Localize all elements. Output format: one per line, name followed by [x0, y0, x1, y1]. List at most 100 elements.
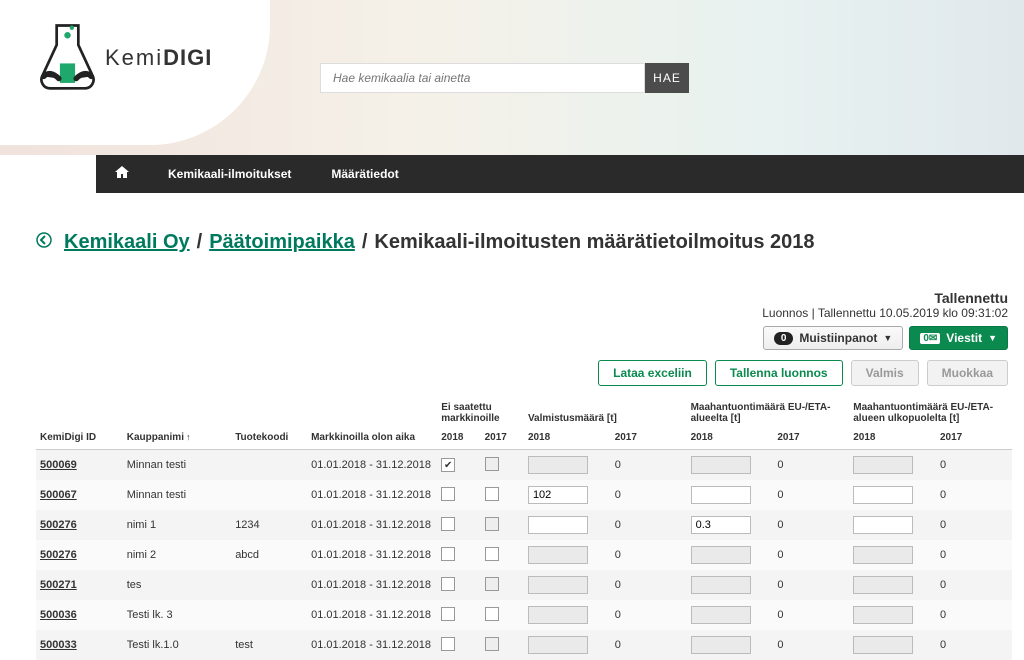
table-row: 500271 tes 01.01.2018 - 31.12.2018 0 0 0	[36, 570, 1012, 600]
row-id-link[interactable]: 500033	[40, 639, 77, 651]
out-2017: 0	[936, 630, 1012, 660]
notes-button[interactable]: 0 Muistiinpanot ▼	[763, 326, 903, 350]
col-not-marketed: Ei saatettu markkinoille	[437, 396, 524, 426]
sort-up-icon: ↑	[186, 432, 191, 442]
checkbox-2018[interactable]	[441, 547, 455, 561]
checkbox-2017[interactable]	[485, 547, 499, 561]
eu-2018-input[interactable]	[691, 456, 751, 474]
val-2018-input[interactable]	[528, 546, 588, 564]
chevron-down-icon: ▼	[988, 333, 997, 343]
download-excel-button[interactable]: Lataa exceliin	[598, 360, 707, 386]
checkbox-2018[interactable]: ✔	[441, 458, 455, 472]
eu-2018-input[interactable]	[691, 516, 751, 534]
col-name[interactable]: Kauppanimi↑	[123, 426, 231, 450]
eu-2018-input[interactable]	[691, 546, 751, 564]
col-code[interactable]: Tuotekoodi	[231, 426, 307, 450]
val-2017: 0	[611, 630, 687, 660]
breadcrumb-current: Kemikaali-ilmoitusten määrätietoilmoitus…	[374, 231, 814, 254]
out-2018-input[interactable]	[853, 606, 913, 624]
home-icon[interactable]	[96, 164, 148, 185]
out-2017: 0	[936, 600, 1012, 630]
breadcrumb-location[interactable]: Päätoimipaikka	[209, 231, 355, 254]
nav-maaratiedot[interactable]: Määrätiedot	[311, 155, 418, 193]
row-code: abcd	[231, 540, 307, 570]
row-name: nimi 1	[123, 510, 231, 540]
logo-area: KemiDIGI	[0, 0, 270, 145]
val-2018-input[interactable]	[528, 606, 588, 624]
search-input[interactable]	[320, 63, 645, 93]
val-2018-input[interactable]	[528, 456, 588, 474]
save-draft-button[interactable]: Tallenna luonnos	[715, 360, 843, 386]
checkbox-2017[interactable]	[485, 487, 499, 501]
row-id-link[interactable]: 500276	[40, 549, 77, 561]
row-id-link[interactable]: 500067	[40, 489, 77, 501]
edit-button: Muokkaa	[927, 360, 1008, 386]
checkbox-2018[interactable]	[441, 637, 455, 651]
val-2018-input[interactable]	[528, 636, 588, 654]
row-name: Minnan testi	[123, 480, 231, 510]
out-2018-input[interactable]	[853, 636, 913, 654]
nav-kemikaali-ilmoitukset[interactable]: Kemikaali-ilmoitukset	[148, 155, 311, 193]
col-period[interactable]: Markkinoilla olon aika	[307, 426, 437, 450]
col-2017: 2017	[773, 426, 849, 450]
out-2018-input[interactable]	[853, 546, 913, 564]
checkbox-2018[interactable]	[441, 517, 455, 531]
val-2017: 0	[611, 450, 687, 481]
breadcrumb-sep: /	[197, 231, 203, 254]
row-code	[231, 600, 307, 630]
row-code	[231, 450, 307, 481]
checkbox-2018[interactable]	[441, 577, 455, 591]
col-2017: 2017	[481, 426, 524, 450]
search-button[interactable]: HAE	[645, 63, 689, 93]
checkbox-2017[interactable]	[485, 457, 499, 471]
out-2018-input[interactable]	[853, 516, 913, 534]
val-2017: 0	[611, 480, 687, 510]
eu-2017: 0	[773, 630, 849, 660]
table-row: 500276 nimi 2 abcd 01.01.2018 - 31.12.20…	[36, 540, 1012, 570]
row-name: nimi 2	[123, 540, 231, 570]
out-2018-input[interactable]	[853, 576, 913, 594]
val-2018-input[interactable]	[528, 516, 588, 534]
out-2018-input[interactable]	[853, 456, 913, 474]
val-2017: 0	[611, 600, 687, 630]
checkbox-2018[interactable]	[441, 607, 455, 621]
col-2017: 2017	[611, 426, 687, 450]
checkbox-2018[interactable]	[441, 487, 455, 501]
row-code	[231, 480, 307, 510]
col-2018: 2018	[524, 426, 611, 450]
out-2018-input[interactable]	[853, 486, 913, 504]
checkbox-2017[interactable]	[485, 637, 499, 651]
out-2017: 0	[936, 450, 1012, 481]
checkbox-2017[interactable]	[485, 577, 499, 591]
row-name: tes	[123, 570, 231, 600]
saved-label: Tallennettu	[36, 290, 1008, 306]
row-code: 1234	[231, 510, 307, 540]
row-id-link[interactable]: 500271	[40, 579, 77, 591]
out-2017: 0	[936, 510, 1012, 540]
checkbox-2017[interactable]	[485, 517, 499, 531]
back-icon[interactable]	[36, 232, 52, 253]
messages-button[interactable]: 0✉ Viestit ▼	[909, 326, 1008, 350]
val-2018-input[interactable]	[528, 486, 588, 504]
eu-2018-input[interactable]	[691, 606, 751, 624]
eu-2018-input[interactable]	[691, 636, 751, 654]
row-id-link[interactable]: 500276	[40, 519, 77, 531]
col-import-eu: Maahantuontimäärä EU-/ETA-alueelta [t]	[687, 396, 850, 426]
breadcrumb-company[interactable]: Kemikaali Oy	[64, 231, 190, 254]
logo-icon	[35, 18, 100, 98]
out-2017: 0	[936, 540, 1012, 570]
eu-2018-input[interactable]	[691, 576, 751, 594]
val-2018-input[interactable]	[528, 576, 588, 594]
eu-2017: 0	[773, 540, 849, 570]
eu-2017: 0	[773, 600, 849, 630]
val-2017: 0	[611, 570, 687, 600]
eu-2017: 0	[773, 510, 849, 540]
row-code: test	[231, 630, 307, 660]
saved-meta: Luonnos | Tallennettu 10.05.2019 klo 09:…	[36, 306, 1008, 320]
col-id[interactable]: KemiDigi ID	[36, 426, 123, 450]
row-id-link[interactable]: 500069	[40, 459, 77, 471]
table-row: 500276 nimi 1 1234 01.01.2018 - 31.12.20…	[36, 510, 1012, 540]
checkbox-2017[interactable]	[485, 607, 499, 621]
eu-2018-input[interactable]	[691, 486, 751, 504]
row-id-link[interactable]: 500036	[40, 609, 77, 621]
